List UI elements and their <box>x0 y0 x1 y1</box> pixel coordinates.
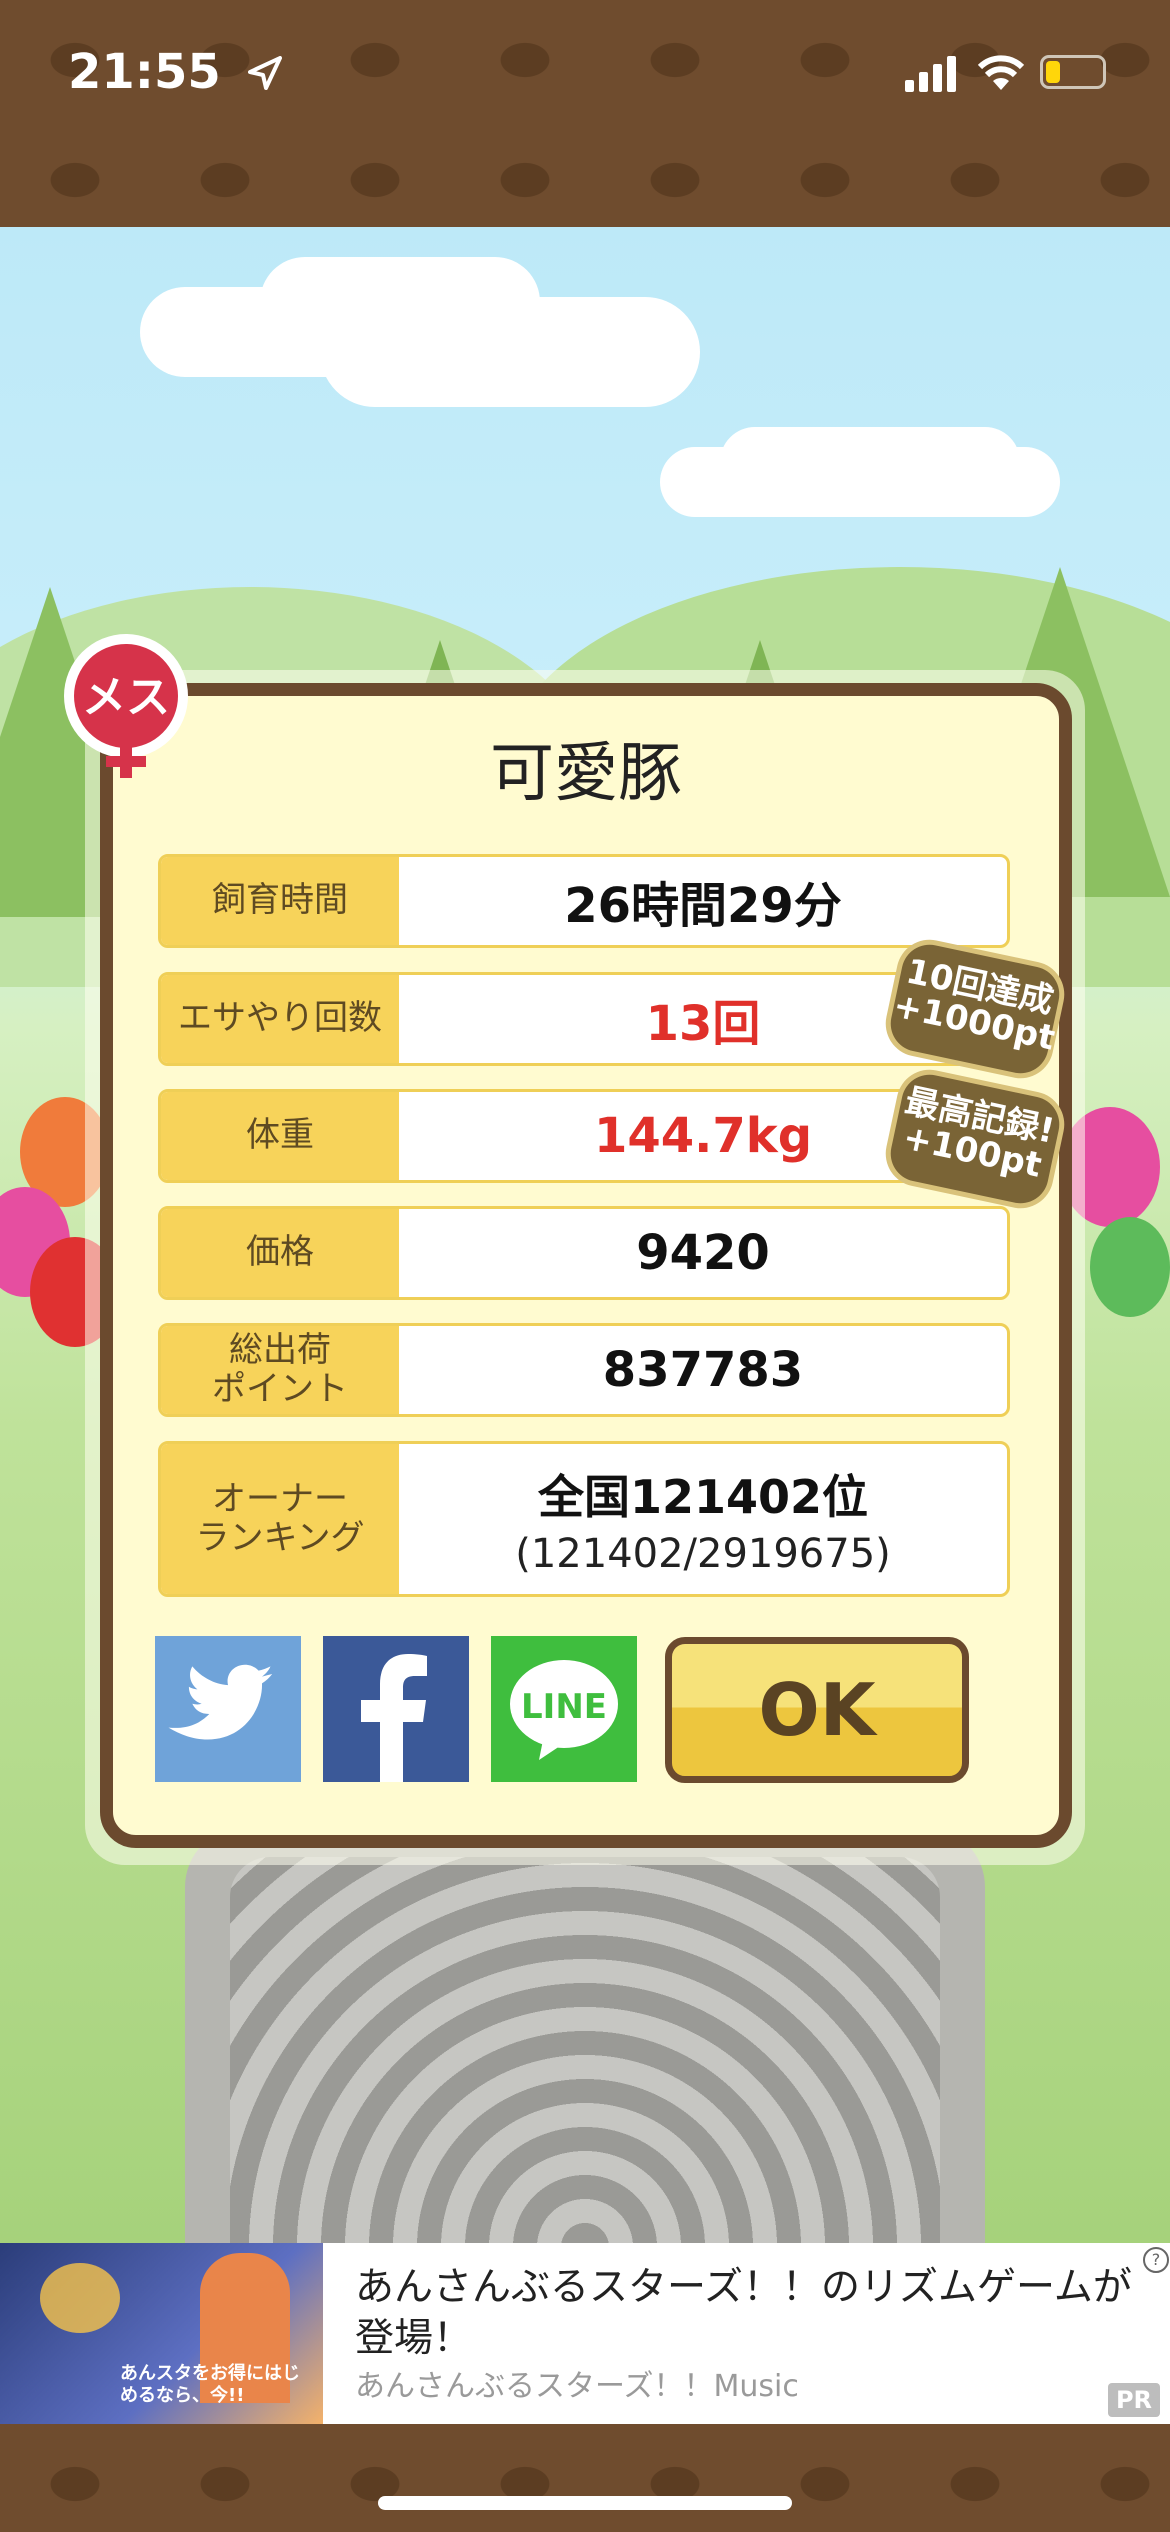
ad-headline[interactable]: あんさんぶるスターズ！！のリズムゲームが登場！ <box>355 2263 1145 2364</box>
ranking-position: 全国121402位 <box>537 1470 869 1524</box>
pig-name-title: 可愛豚 <box>490 737 682 811</box>
twitter-share-button[interactable] <box>155 1636 301 1782</box>
stat-row-owner-ranking: オーナー ランキング 全国121402位 (121402/2919675) <box>158 1441 1010 1597</box>
ad-source: あんさんぶるスターズ！！Music <box>355 2369 799 2404</box>
stat-row-price: 価格 9420 <box>158 1206 1010 1300</box>
stat-value: 9420 <box>636 1225 770 1281</box>
line-app-icon: LINE <box>510 1660 618 1760</box>
stat-value: 26時間29分 <box>564 878 842 934</box>
ad-info-icon[interactable]: ? <box>1143 2247 1169 2273</box>
ranking-value: 全国121402位 (121402/2919675) <box>399 1444 1007 1594</box>
stat-label: オーナー ランキング <box>161 1444 399 1594</box>
stat-value: 837783 <box>602 1342 804 1398</box>
gender-badge-text: メス <box>82 672 170 723</box>
stat-row-raising-time: 飼育時間 26時間29分 <box>158 854 1010 948</box>
twitter-bird-icon <box>168 1664 273 1740</box>
stat-label: 体重 <box>161 1092 399 1180</box>
location-arrow-icon <box>248 56 282 90</box>
ranking-detail: (121402/2919675) <box>515 1531 891 1577</box>
stat-row-total-points: 総出荷 ポイント 837783 <box>158 1323 1010 1417</box>
ad-pr-badge: PR <box>1108 2383 1160 2417</box>
stat-row-weight: 体重 144.7kg <box>158 1089 1010 1183</box>
wifi-icon <box>978 55 1024 90</box>
line-share-button[interactable]: LINE <box>491 1636 637 1782</box>
stat-label: 総出荷 ポイント <box>161 1326 399 1414</box>
battery-icon <box>1040 55 1106 89</box>
ad-image[interactable]: あんスタをお得にはじめるなら、今!! <box>0 2243 323 2424</box>
bottom-background <box>0 2424 1170 2532</box>
home-indicator <box>378 2496 792 2510</box>
stat-row-feeding-count: エサやり回数 13回 <box>158 972 1010 1066</box>
status-bar: 21:55 <box>0 0 1170 227</box>
status-time: 21:55 <box>68 44 221 100</box>
stat-label: 飼育時間 <box>161 857 399 945</box>
ad-image-caption: あんスタをお得にはじめるなら、今!! <box>120 2363 300 2406</box>
stat-label: エサやり回数 <box>161 975 399 1063</box>
facebook-f-icon <box>361 1654 427 1782</box>
line-label: LINE <box>521 1687 607 1727</box>
ok-button[interactable]: OK <box>665 1637 969 1783</box>
facebook-share-button[interactable] <box>323 1636 469 1782</box>
stat-label: 価格 <box>161 1209 399 1297</box>
ad-banner[interactable]: あんスタをお得にはじめるなら、今!! あんさんぶるスターズ！！のリズムゲームが登… <box>0 2243 1170 2424</box>
cellular-signal-icon <box>905 56 956 92</box>
